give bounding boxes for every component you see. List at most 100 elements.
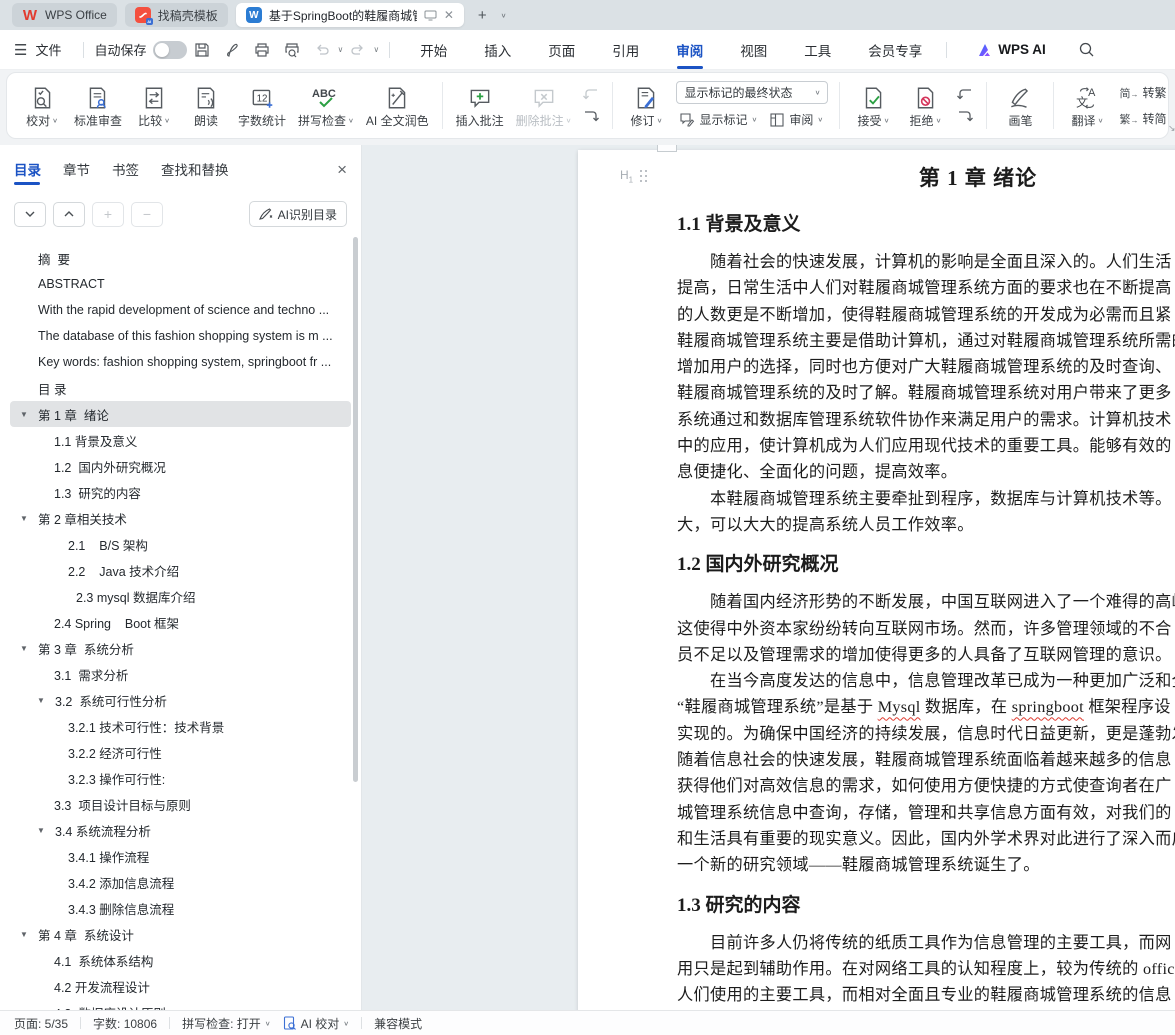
collapse-arrow-icon[interactable]: ▼ <box>20 514 28 523</box>
standard-review-button[interactable]: 标准审查 <box>68 82 128 129</box>
toc-item[interactable]: 1.1 背景及意义 <box>10 427 351 453</box>
compare-button[interactable]: 比较 ∨ <box>128 82 180 129</box>
toc-item[interactable]: 4.2 开发流程设计 <box>10 973 351 999</box>
sidebar-tab-1[interactable]: 目录 <box>14 159 41 185</box>
delete-comment-button[interactable]: 删除批注 ∨ <box>510 82 578 129</box>
heading-level-marker[interactable]: H1 <box>620 168 648 184</box>
file-menu[interactable]: 文件 <box>35 40 61 59</box>
print-preview-button[interactable] <box>279 37 305 63</box>
toc-item[interactable]: 3.1 需求分析 <box>10 661 351 687</box>
toc-item[interactable]: 目 录 <box>10 375 351 401</box>
tab-current-document[interactable]: W 基于SpringBoot的鞋履商城管 ✕ <box>235 3 464 27</box>
autosave-toggle[interactable] <box>153 40 188 59</box>
menu-item-4[interactable]: 引用 <box>610 34 641 66</box>
markup-state-dropdown[interactable]: 显示标记的最终状态 ∨ <box>676 81 829 104</box>
toc-item[interactable]: 3.2.2 经济可行性 <box>10 739 351 765</box>
sidebar-tab-2[interactable]: 章节 <box>63 159 90 185</box>
tab-wps-office[interactable]: W WPS Office <box>12 3 117 27</box>
main-menu-icon[interactable]: ☰ <box>14 41 27 59</box>
document-text[interactable]: 第 1 章 绪论 1.1 背景及意义 随着社会的快速发展，计算机的影响是全面且深入的… <box>578 150 1175 1010</box>
toc-item[interactable]: 3.2.3 操作可行性: <box>10 765 351 791</box>
search-icon[interactable] <box>1074 37 1100 63</box>
reject-changes-button[interactable]: 拒绝 ∨ <box>899 82 951 129</box>
toc-item[interactable]: ABSTRACT <box>10 271 351 297</box>
toc-item[interactable]: ▼ 第 3 章 系统分析 <box>10 635 351 661</box>
menu-item-8[interactable]: 会员专享 <box>866 34 924 66</box>
pen-button[interactable]: 画笔 <box>994 82 1046 129</box>
word-count-indicator[interactable]: 字数: 10806 <box>93 1015 157 1032</box>
sidebar-close-icon[interactable]: × <box>337 161 347 184</box>
toc-item[interactable]: 4.3 数据库设计原则 <box>10 999 351 1011</box>
spell-check-status[interactable]: 拼写检查: 打开 ∨ <box>182 1015 271 1032</box>
promote-button[interactable]: + <box>92 201 124 227</box>
tab-list-chevron-icon[interactable]: ∨ <box>501 11 507 18</box>
previous-change-button[interactable] <box>955 87 975 103</box>
toc-item[interactable]: 摘 要 <box>10 245 351 271</box>
toc-item[interactable]: 3.4.2 添加信息流程 <box>10 869 351 895</box>
read-aloud-button[interactable]: 朗读 <box>180 82 232 129</box>
menu-item-5[interactable]: 审阅 <box>674 34 705 66</box>
new-tab-button[interactable]: + <box>478 7 487 24</box>
collapse-arrow-icon[interactable]: ▼ <box>20 930 28 939</box>
print-button[interactable] <box>249 37 275 63</box>
translate-button[interactable]: 文A 翻译 ∨ <box>1061 82 1113 129</box>
toc-item[interactable]: 3.4.3 删除信息流程 <box>10 895 351 921</box>
tab-close-icon[interactable]: ✕ <box>444 8 454 22</box>
page-indicator[interactable]: 页面: 5/35 <box>14 1015 68 1032</box>
review-pane-button[interactable]: 审阅 ∨ <box>766 109 826 130</box>
collapse-arrow-icon[interactable]: ▼ <box>20 644 28 653</box>
accept-changes-button[interactable]: 接受 ∨ <box>847 82 899 129</box>
toc-item[interactable]: The database of this fashion shopping sy… <box>10 323 351 349</box>
ai-proofread-status[interactable]: AI 校对 ∨ <box>283 1015 349 1032</box>
traditional-to-simplified-button[interactable]: 繁→ 转简 <box>1116 108 1169 129</box>
collapse-arrow-icon[interactable]: ▼ <box>20 410 28 419</box>
word-count-button[interactable]: 12 字数统计 <box>232 82 292 129</box>
toc-item[interactable]: ▼ 3.2 系统可行性分析 <box>10 687 351 713</box>
drag-handle-icon[interactable] <box>640 170 648 182</box>
ai-polish-button[interactable]: AI 全文润色 <box>360 82 435 129</box>
toc-item[interactable]: ▼ 第 1 章 绪论 <box>10 401 351 427</box>
proofread-button[interactable]: 校对 ∨ <box>16 82 68 129</box>
next-comment-button[interactable] <box>581 109 601 125</box>
toc-item[interactable]: 1.2 国内外研究概况 <box>10 453 351 479</box>
sidebar-tab-4[interactable]: 查找和替换 <box>161 159 229 185</box>
demote-button[interactable]: − <box>131 201 163 227</box>
menu-item-1[interactable]: 开始 <box>418 34 449 66</box>
track-changes-button[interactable]: 修订 ∨ <box>620 82 672 129</box>
previous-comment-button[interactable] <box>581 87 601 103</box>
collapse-arrow-icon[interactable]: ▼ <box>37 826 45 835</box>
insert-comment-button[interactable]: 插入批注 <box>450 82 510 129</box>
toc-item[interactable]: 3.3 项目设计目标与原则 <box>10 791 351 817</box>
toc-item[interactable]: ▼ 第 4 章 系统设计 <box>10 921 351 947</box>
toc-item[interactable]: ▼ 第 2 章相关技术 <box>10 505 351 531</box>
export-pdf-button[interactable] <box>219 37 245 63</box>
screen-share-icon[interactable] <box>424 10 437 21</box>
simplified-to-traditional-button[interactable]: 简→ 转繁 <box>1116 82 1169 103</box>
menu-item-6[interactable]: 视图 <box>738 34 769 66</box>
group-expand-icon[interactable]: ↘ <box>1168 123 1175 134</box>
toc-item[interactable]: 3.4.1 操作流程 <box>10 843 351 869</box>
next-change-button[interactable] <box>955 109 975 125</box>
spell-check-button[interactable]: ABC 拼写检查 ∨ <box>292 82 360 129</box>
sidebar-scrollbar[interactable] <box>353 237 358 782</box>
toc-item[interactable]: 3.2.1 技术可行性：技术背景 <box>10 713 351 739</box>
collapse-arrow-icon[interactable]: ▼ <box>37 696 45 705</box>
toc-item[interactable]: 2.1 B/S 架构 <box>10 531 351 557</box>
wps-ai-button[interactable]: WPS AI <box>977 42 1046 57</box>
menu-item-2[interactable]: 插入 <box>482 34 513 66</box>
undo-history-chevron-icon[interactable]: ∨ <box>337 45 343 54</box>
toc-item[interactable]: 2.2 Java 技术介绍 <box>10 557 351 583</box>
redo-button[interactable] <box>345 37 371 63</box>
toc-item[interactable]: 2.4 Spring Boot 框架 <box>10 609 351 635</box>
menu-item-7[interactable]: 工具 <box>802 34 833 66</box>
toc-item[interactable]: 1.3 研究的内容 <box>10 479 351 505</box>
toc-item[interactable]: ▼ 3.4 系统流程分析 <box>10 817 351 843</box>
undo-button[interactable] <box>309 37 335 63</box>
sidebar-tab-3[interactable]: 书签 <box>112 159 139 185</box>
toc-item[interactable]: Key words: fashion shopping system, spri… <box>10 349 351 375</box>
expand-all-button[interactable] <box>14 201 46 227</box>
collapse-all-button[interactable] <box>53 201 85 227</box>
quick-access-chevron-icon[interactable]: ∨ <box>373 45 379 54</box>
menu-item-3[interactable]: 页面 <box>546 34 577 66</box>
ai-recognize-toc-button[interactable]: AI识别目录 <box>248 201 347 227</box>
